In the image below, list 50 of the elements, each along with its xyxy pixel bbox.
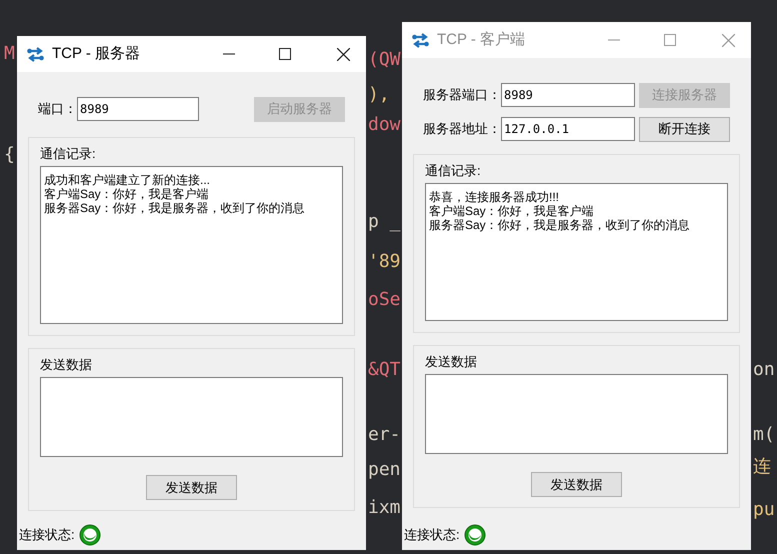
send-text-area[interactable] bbox=[40, 377, 343, 457]
group-title: 发送数据 bbox=[425, 353, 478, 370]
code-fragment: M bbox=[4, 42, 15, 66]
push-button[interactable]: 发送数据 bbox=[146, 475, 237, 500]
maximize-icon[interactable] bbox=[279, 48, 291, 60]
connected-status-icon bbox=[464, 524, 486, 546]
code-fragment: '89 bbox=[368, 250, 401, 274]
code-fragment: ), bbox=[368, 83, 390, 107]
status-label: 连接状态: bbox=[19, 526, 75, 544]
log-text-area[interactable]: 恭喜，连接服务器成功!!! 客户端Say：你好，我是客户端 服务器Say：你好，我是服务器，收到了你的消息 bbox=[425, 183, 728, 321]
field-label: 服务器端口： bbox=[423, 86, 501, 104]
log-line: 成功和客户端建立了新的连接... bbox=[44, 173, 212, 187]
code-fragment: dow bbox=[368, 113, 401, 137]
push-button[interactable]: 断开连接 bbox=[639, 116, 730, 142]
group-title: 通信记录: bbox=[425, 162, 482, 179]
log-line: 服务器Say：你好，我是服务器，收到了你的消息 bbox=[429, 218, 691, 232]
code-fragment: { bbox=[4, 143, 15, 167]
code-fragment: er- bbox=[368, 423, 401, 447]
text-field[interactable]: 127.0.0.1 bbox=[501, 117, 635, 141]
swap-arrows-icon bbox=[27, 46, 44, 62]
log-line: 客户端Say：你好，我是客户端 bbox=[44, 187, 210, 201]
field-label: 端口： bbox=[38, 100, 77, 118]
swap-arrows-icon bbox=[412, 32, 429, 48]
code-fragment: m( bbox=[753, 423, 775, 447]
code-fragment: (QW bbox=[368, 48, 401, 72]
code-fragment: &QT bbox=[368, 358, 401, 382]
group-title: 发送数据 bbox=[40, 356, 93, 373]
connected-status-icon bbox=[78, 524, 101, 546]
code-fragment: pu bbox=[753, 498, 775, 522]
group-title: 通信记录: bbox=[40, 145, 97, 162]
code-fragment: ixm bbox=[368, 496, 401, 520]
push-button[interactable]: 发送数据 bbox=[531, 472, 622, 497]
text-field[interactable]: 8989 bbox=[501, 83, 635, 107]
send-text-area[interactable] bbox=[425, 374, 728, 454]
window-title: TCP - 客户端 bbox=[437, 30, 526, 50]
code-fragment: 连 bbox=[753, 455, 771, 479]
code-fragment: p _ bbox=[368, 210, 401, 234]
code-fragment: on bbox=[753, 358, 775, 382]
minimize-icon[interactable] bbox=[223, 53, 235, 55]
code-fragment: pen bbox=[368, 458, 401, 482]
log-line: 服务器Say：你好，我是服务器，收到了你的消息 bbox=[44, 201, 306, 215]
window-title: TCP - 服务器 bbox=[52, 44, 140, 64]
text-field[interactable]: 8989 bbox=[77, 97, 199, 121]
code-fragment: oSe bbox=[368, 288, 401, 312]
field-label: 服务器地址： bbox=[423, 120, 501, 138]
log-text-area[interactable]: 成功和客户端建立了新的连接... 客户端Say：你好，我是客户端 服务器Say：你好，我是服务器，收到了你的消息 bbox=[40, 166, 343, 324]
log-line: 恭喜，连接服务器成功!!! bbox=[429, 190, 560, 204]
close-icon[interactable] bbox=[337, 48, 350, 60]
log-line: 客户端Say：你好，我是客户端 bbox=[429, 204, 595, 218]
status-label: 连接状态: bbox=[404, 526, 460, 544]
